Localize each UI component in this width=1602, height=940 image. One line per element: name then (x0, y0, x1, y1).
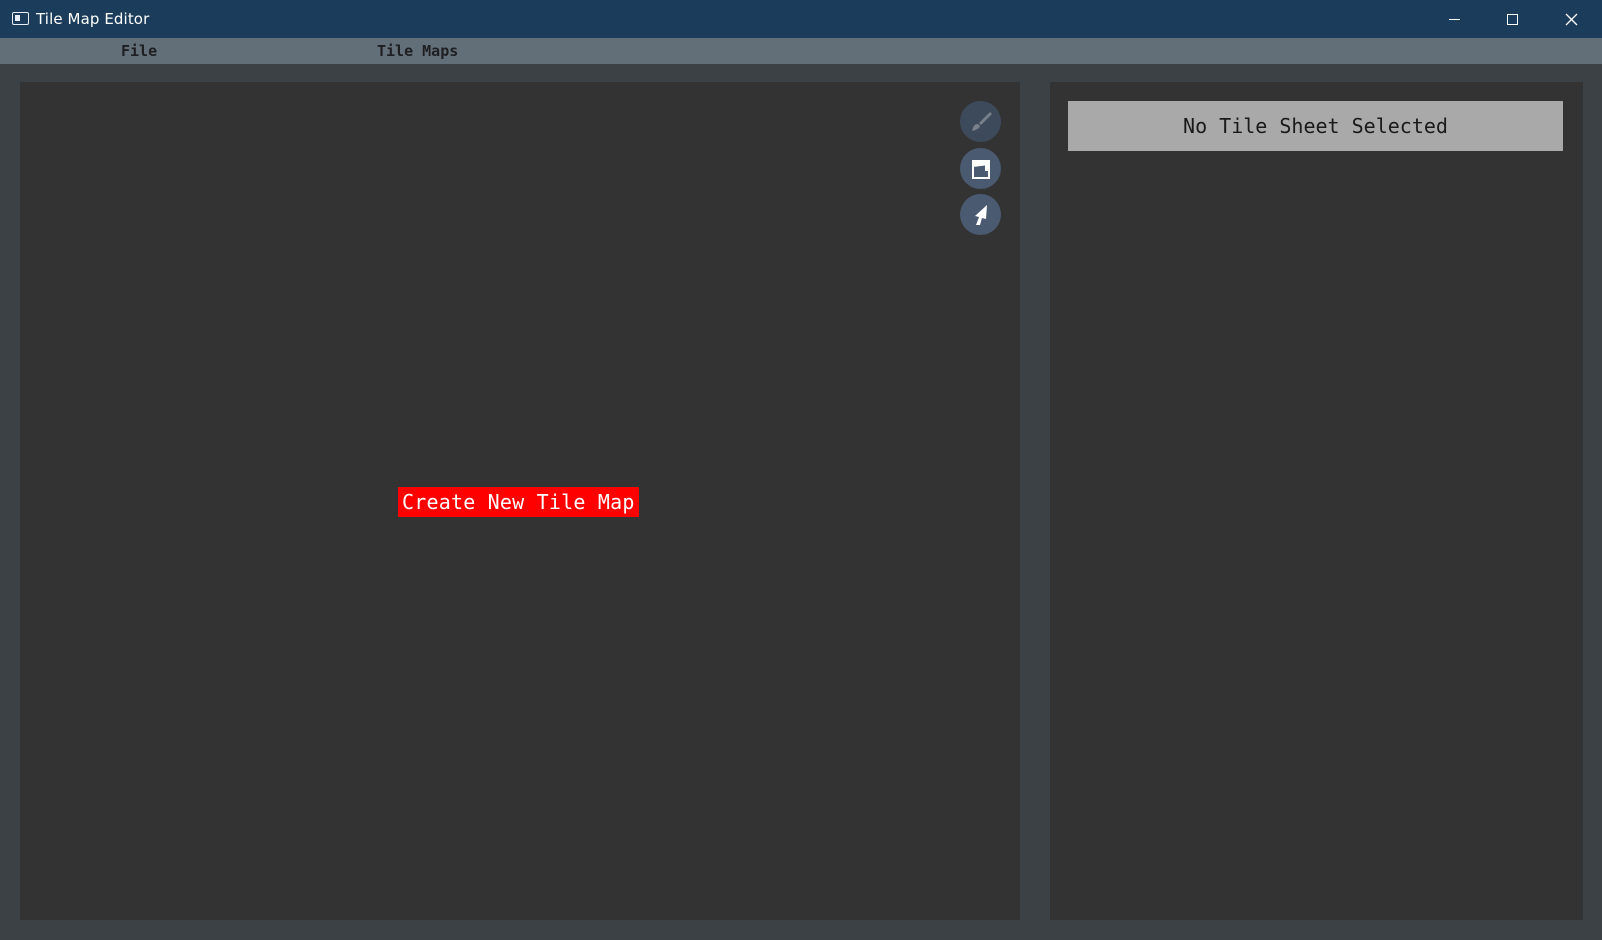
menu-tile-maps[interactable]: Tile Maps (377, 42, 458, 60)
paint-bucket-icon (971, 159, 990, 179)
app-window-icon (12, 12, 29, 25)
brush-icon (971, 111, 992, 131)
bucket-tool-button[interactable] (960, 148, 1001, 189)
pointer-tool-button[interactable] (960, 194, 1001, 235)
pointer-icon (974, 204, 987, 225)
minimize-icon (1448, 18, 1460, 20)
title-bar: Tile Map Editor (0, 0, 1602, 38)
menu-bar: File Tile Maps (0, 38, 1602, 64)
tile-sheet-status[interactable]: No Tile Sheet Selected (1068, 101, 1563, 151)
minimize-button[interactable] (1425, 0, 1483, 38)
menu-file[interactable]: File (121, 42, 157, 60)
brush-tool-button[interactable] (960, 101, 1001, 142)
tile-sheet-panel (1050, 82, 1583, 920)
close-button[interactable] (1542, 0, 1600, 38)
create-new-tile-map-button[interactable]: Create New Tile Map (398, 487, 639, 517)
close-icon (1565, 13, 1577, 25)
maximize-icon (1506, 13, 1518, 25)
window-title: Tile Map Editor (36, 10, 150, 28)
maximize-button[interactable] (1483, 0, 1541, 38)
